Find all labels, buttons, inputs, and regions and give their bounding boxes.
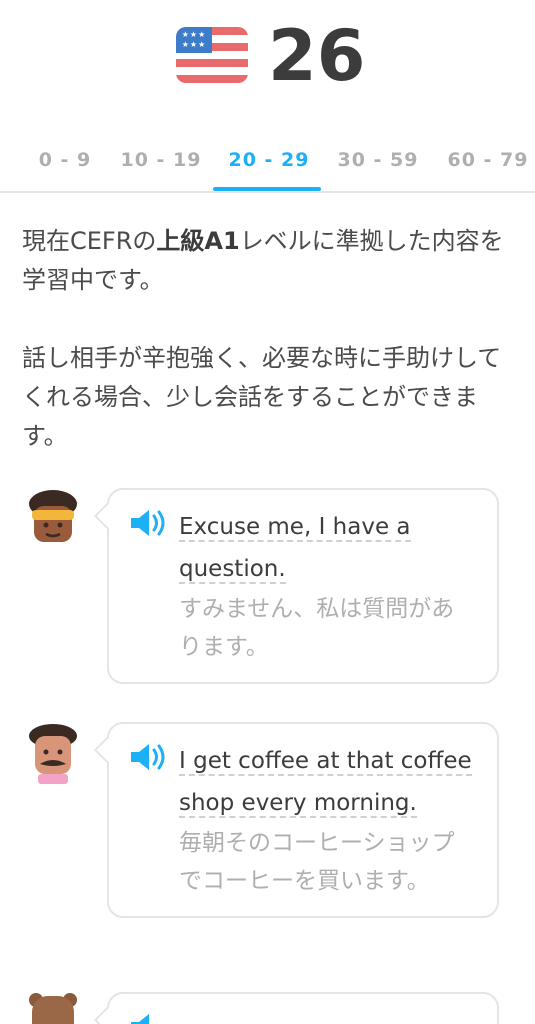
tab-20-29[interactable]: 20 - 29 — [222, 145, 316, 191]
description-paragraph-2: 話し相手が辛抱強く、必要な時に手助けしてくれる場合、少し会話をすることができます… — [22, 344, 502, 450]
speaker-icon[interactable] — [129, 742, 169, 772]
us-flag-icon: ★★★ ★★★ — [176, 27, 248, 83]
header: ★★★ ★★★ 26 — [0, 0, 535, 120]
tab-30-59[interactable]: 30 - 59 — [332, 145, 424, 191]
level-number: 26 — [268, 15, 366, 97]
woman-headband-avatar — [29, 490, 77, 542]
english-sentence[interactable]: Excuse me, I have a question. — [179, 506, 477, 590]
english-sentence[interactable]: I get coffee at that coffee shop every m… — [179, 740, 477, 824]
level-description: 現在CEFRの上級A1レベルに準拠した内容を学習中です。 話し相手が辛抱強く、必… — [22, 222, 517, 495]
dialog-bubble — [107, 992, 499, 1024]
japanese-translation: 毎朝そのコーヒーショップでコーヒーを買います。 — [179, 830, 455, 894]
description-paragraph-1: 現在CEFRの上級A1レベルに準拠した内容を学習中です。 — [22, 227, 504, 294]
dialog-bubble: Excuse me, I have a question. すみません、私は質問… — [107, 488, 499, 684]
speaker-icon[interactable] — [129, 1012, 169, 1024]
tab-0-9[interactable]: 0 - 9 — [30, 145, 100, 191]
man-mustache-avatar — [29, 724, 77, 784]
level-range-tabs: 0 - 9 10 - 19 20 - 29 30 - 59 60 - 79 — [0, 145, 535, 193]
active-tab-indicator — [213, 187, 321, 191]
tab-60-79[interactable]: 60 - 79 — [442, 145, 534, 191]
dialog-bubble: I get coffee at that coffee shop every m… — [107, 722, 499, 918]
speaker-icon[interactable] — [129, 508, 169, 538]
tab-10-19[interactable]: 10 - 19 — [116, 145, 206, 191]
bear-avatar — [29, 993, 77, 1024]
japanese-translation: すみません、私は質問があります。 — [179, 596, 455, 660]
